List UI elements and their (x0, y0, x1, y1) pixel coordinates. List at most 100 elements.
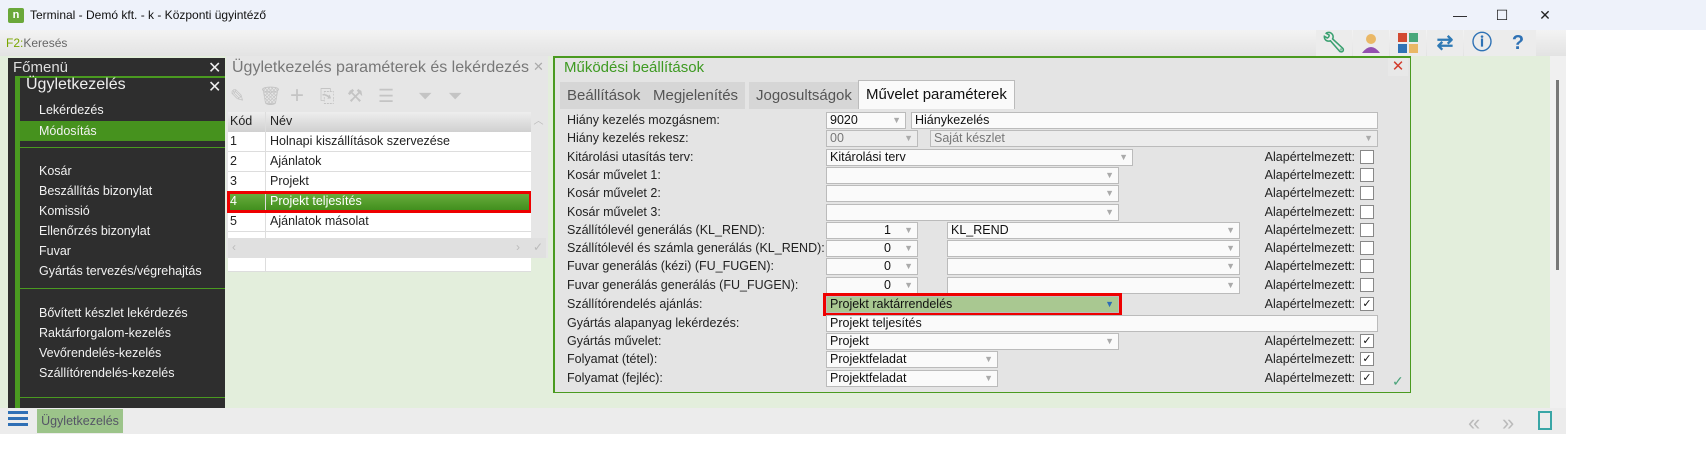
dropdown-arrow-icon[interactable]: ▼ (904, 241, 913, 256)
scrollbar-thumb[interactable] (1556, 80, 1559, 270)
filter-icon[interactable]: ⏷ (418, 86, 432, 107)
confirm-check-icon[interactable]: ✓ (1392, 373, 1404, 390)
document-list-icon[interactable] (1538, 411, 1552, 430)
default-checkbox[interactable] (1360, 241, 1374, 255)
dropdown-arrow-icon[interactable]: ▼ (1105, 297, 1114, 312)
dropdown-arrow-icon[interactable]: ▼ (904, 223, 913, 238)
dropdown-arrow-icon[interactable]: ▼ (1105, 168, 1114, 183)
menu-item[interactable]: Bővített készlet lekérdezés (20, 303, 225, 323)
default-checkbox[interactable] (1360, 186, 1374, 200)
value-select[interactable]: ▼ (947, 240, 1240, 257)
table-horizontal-scrollbar[interactable]: ‹ › ✓ (228, 238, 546, 258)
menu-item[interactable]: Lekérdezés (20, 100, 225, 120)
modules-icon[interactable] (1390, 30, 1426, 56)
menu-item[interactable]: Fuvar (20, 241, 225, 261)
next-icon[interactable]: » (1502, 410, 1514, 436)
value-select[interactable]: ▼ (826, 185, 1119, 202)
user-icon[interactable] (1353, 30, 1389, 56)
table-row[interactable]: 2 Ajánlatok (228, 152, 531, 172)
dropdown-arrow-icon[interactable]: ▼ (904, 131, 913, 146)
value-select[interactable]: Projektfeladat ▼ (826, 370, 998, 387)
clear-filter-icon[interactable]: ⏷ (448, 86, 462, 107)
default-checkbox[interactable] (1360, 259, 1374, 273)
close-submenu-icon[interactable]: ✕ (208, 77, 221, 97)
value-select[interactable]: ▼ (947, 258, 1240, 275)
dropdown-arrow-icon[interactable]: ▼ (1226, 259, 1235, 274)
menu-item[interactable]: Módosítás (20, 121, 225, 141)
close-main-menu-icon[interactable]: ✕ (208, 58, 221, 78)
menu-item[interactable]: Komissió (20, 201, 225, 221)
default-checkbox[interactable]: ✓ (1360, 297, 1374, 311)
default-checkbox[interactable]: ✓ (1360, 334, 1374, 348)
number-select[interactable]: 0 ▼ (826, 277, 918, 294)
search-button[interactable]: F2:Keresés (6, 36, 67, 50)
menu-item[interactable]: Beszállítás bizonylat (20, 181, 225, 201)
dropdown-arrow-icon[interactable]: ▼ (1119, 150, 1128, 165)
value-select[interactable]: Projekt raktárrendelés ▼ (823, 293, 1122, 316)
menu-item[interactable]: Ellenőrzés bizonylat (20, 221, 225, 241)
value-select[interactable]: ▼ (947, 277, 1240, 294)
minimize-button[interactable]: — (1440, 4, 1480, 26)
dropdown-arrow-icon[interactable]: ▼ (984, 371, 993, 386)
tab-jogosultságok[interactable]: Jogosultságok (749, 82, 859, 109)
default-checkbox[interactable] (1360, 150, 1374, 164)
value-select[interactable]: Kitárolási terv ▼ (826, 149, 1133, 166)
default-checkbox[interactable] (1360, 223, 1374, 237)
add-icon[interactable]: + (290, 82, 304, 110)
code-select[interactable]: 9020 ▼ (826, 112, 906, 129)
maximize-button[interactable]: ☐ (1482, 4, 1522, 26)
dropdown-arrow-icon[interactable]: ▼ (904, 259, 913, 274)
close-window-button[interactable]: ✕ (1525, 4, 1565, 26)
value-select[interactable]: Projekt teljesítés (826, 315, 1378, 332)
help-icon[interactable]: ? (1500, 30, 1536, 56)
dropdown-arrow-icon[interactable]: ▼ (1226, 278, 1235, 293)
table-scrollbar[interactable]: ︿ (531, 112, 546, 238)
menu-item[interactable]: Gyártás tervezés/végrehajtás (20, 261, 225, 281)
list-icon[interactable]: ☰ (378, 86, 394, 107)
tab-megjelenítés[interactable]: Megjelenítés (646, 82, 746, 109)
hamburger-menu-icon[interactable] (8, 411, 28, 429)
column-header-code[interactable]: Kód (228, 112, 266, 132)
table-row[interactable]: 4 Projekt teljesítés (227, 191, 532, 213)
dropdown-arrow-icon[interactable]: ▼ (1226, 223, 1235, 238)
close-settings-panel-button[interactable]: ✕ (1388, 58, 1408, 76)
default-checkbox[interactable]: ✓ (1360, 352, 1374, 366)
dropdown-arrow-icon[interactable]: ▼ (892, 113, 901, 128)
dropdown-arrow-icon[interactable]: ▼ (984, 352, 993, 367)
switch-icon[interactable]: ⇄ (1427, 30, 1463, 56)
tab-beállítások[interactable]: Beállítások (560, 82, 648, 109)
menu-item[interactable]: Kosár (20, 161, 225, 181)
default-checkbox[interactable]: ✓ (1360, 371, 1374, 385)
dropdown-arrow-icon[interactable]: ▼ (904, 278, 913, 293)
dropdown-arrow-icon[interactable]: ▼ (1226, 241, 1235, 256)
value-select[interactable]: ▼ (826, 167, 1119, 184)
value-select[interactable]: KL_REND ▼ (947, 222, 1240, 239)
close-params-panel-icon[interactable]: ✕ (533, 59, 544, 75)
number-select[interactable]: 0 ▼ (826, 240, 918, 257)
previous-icon[interactable]: « (1468, 410, 1480, 436)
default-checkbox[interactable] (1360, 168, 1374, 182)
tab-művelet-paraméterek[interactable]: Művelet paraméterek (858, 80, 1015, 109)
menu-item[interactable]: Raktárforgalom-kezelés (20, 323, 225, 343)
column-header-name[interactable]: Név (266, 112, 531, 132)
default-checkbox[interactable] (1360, 205, 1374, 219)
value-select[interactable]: ▼ (826, 204, 1119, 221)
value-field[interactable]: Hiánykezelés (911, 112, 1378, 129)
table-row[interactable]: 5 Ajánlatok másolat (228, 212, 531, 232)
dropdown-arrow-icon[interactable]: ▼ (1105, 205, 1114, 220)
number-select[interactable]: 0 ▼ (826, 258, 918, 275)
dropdown-arrow-icon[interactable]: ▼ (1105, 186, 1114, 201)
edit-icon[interactable]: ✎ (230, 86, 245, 107)
menu-item[interactable]: Szállítórendelés-kezelés (20, 363, 225, 383)
table-row[interactable]: 3 Projekt (228, 172, 531, 192)
value-select[interactable]: Projektfeladat ▼ (826, 351, 998, 368)
open-tab-ugyletkezeles[interactable]: Ügyletkezelés (37, 409, 123, 433)
menu-item[interactable]: Vevőrendelés-kezelés (20, 343, 225, 363)
info-icon[interactable]: ⓘ (1464, 30, 1500, 56)
wrench-icon[interactable]: 🔧︎ (1316, 30, 1352, 56)
number-select[interactable]: 1 ▼ (826, 222, 918, 239)
tools-icon[interactable]: ⚒ (347, 86, 363, 107)
value-select[interactable]: Projekt ▼ (826, 333, 1119, 350)
default-checkbox[interactable] (1360, 278, 1374, 292)
dropdown-arrow-icon[interactable]: ▼ (1105, 334, 1114, 349)
